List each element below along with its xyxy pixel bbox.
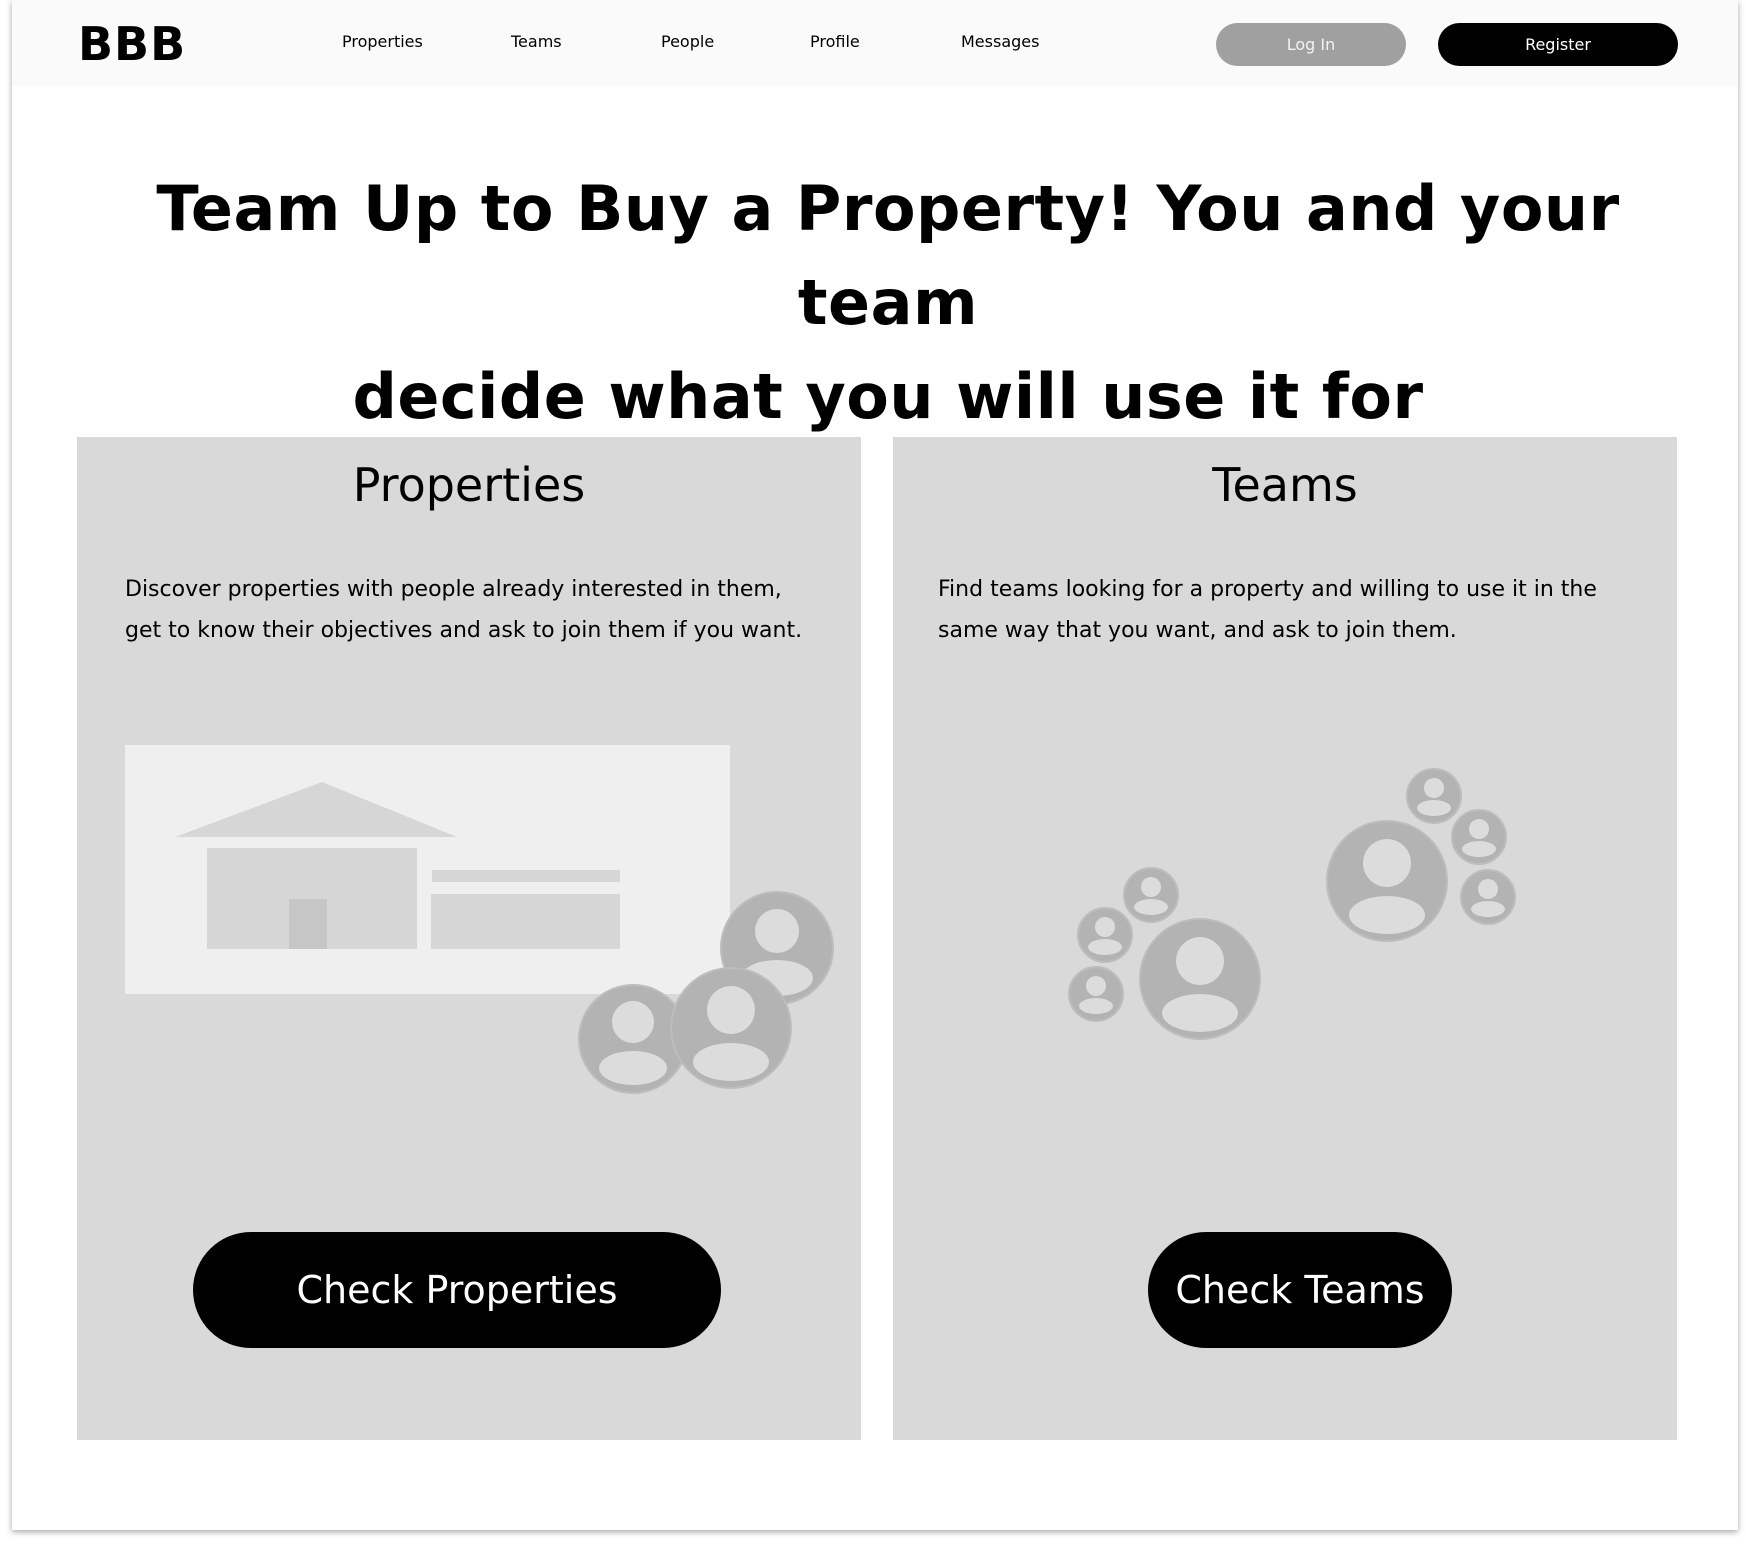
check-properties-button[interactable]: Check Properties xyxy=(193,1232,721,1348)
page-frame: BBB Properties Teams People Profile Mess… xyxy=(12,0,1738,1530)
top-navigation-bar: BBB Properties Teams People Profile Mess… xyxy=(12,0,1738,86)
house-with-people-icon xyxy=(125,745,834,1094)
login-button[interactable]: Log In xyxy=(1216,23,1406,66)
properties-card: Properties Discover properties with peop… xyxy=(77,437,861,1440)
hero-heading-line-1: Team Up to Buy a Property! You and your … xyxy=(156,172,1620,339)
hero-heading-line-2: decide what you will use it for xyxy=(352,360,1424,433)
nav-link-properties[interactable]: Properties xyxy=(342,32,423,52)
nav-link-profile[interactable]: Profile xyxy=(810,32,860,52)
nav-link-teams[interactable]: Teams xyxy=(511,32,562,52)
people-groups-icon xyxy=(1068,768,1516,1040)
hero-heading: Team Up to Buy a Property! You and your … xyxy=(72,162,1704,444)
nav-link-messages[interactable]: Messages xyxy=(961,32,1039,52)
teams-card: Teams Find teams looking for a property … xyxy=(893,437,1677,1440)
check-teams-button[interactable]: Check Teams xyxy=(1148,1232,1452,1348)
nav-link-people[interactable]: People xyxy=(661,32,714,52)
logo[interactable]: BBB xyxy=(78,18,186,70)
register-button[interactable]: Register xyxy=(1438,23,1678,66)
